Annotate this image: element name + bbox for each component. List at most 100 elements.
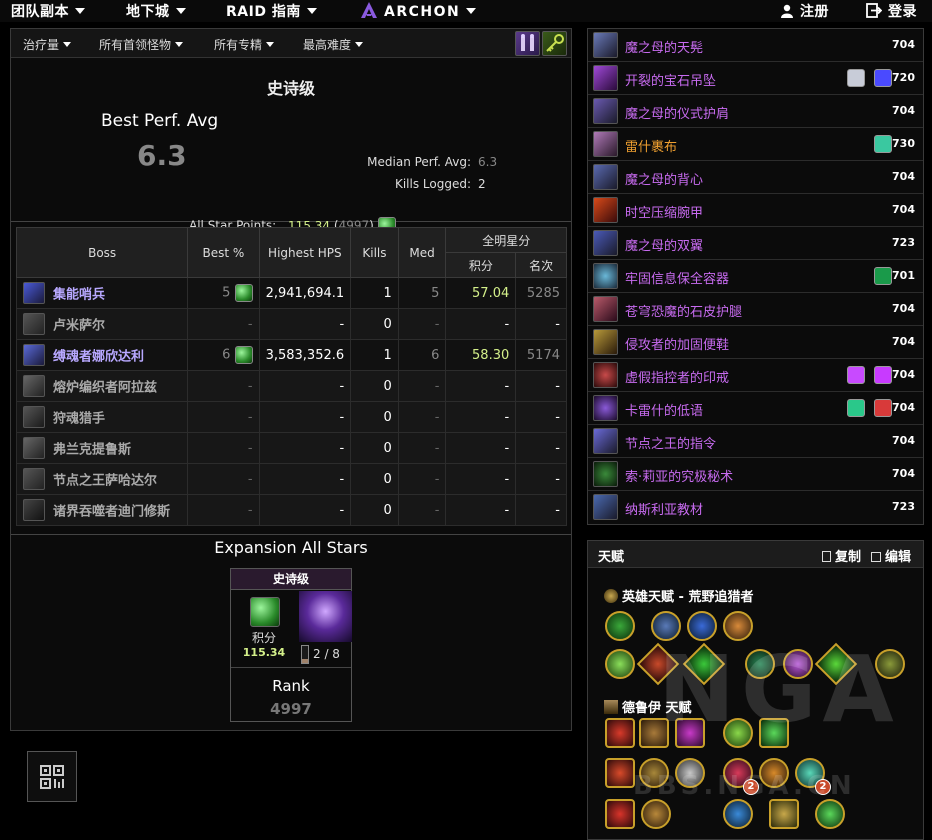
nav-guide-label: RAID 指南 (226, 4, 301, 20)
talents-header: 天赋 复制 编辑 (588, 541, 923, 568)
rank-cell: - (515, 463, 567, 495)
gear-name[interactable]: 魔之母的天髡 (625, 37, 703, 56)
hps-cell: - (258, 401, 352, 433)
boss-name[interactable]: 卢米萨尔 (53, 319, 105, 334)
col-med[interactable]: Med (397, 227, 447, 278)
socket-gem-icon (874, 135, 892, 153)
gear-row[interactable]: 魔之母的双翼 723 (588, 227, 923, 260)
best-cell: - (187, 494, 260, 526)
all-stars-card[interactable]: 史诗级 积分 115.34 2 / 8 Rank 4997 (230, 568, 352, 722)
gear-row[interactable]: 雷什裹布 730 (588, 128, 923, 161)
talent-node-icon[interactable] (641, 799, 671, 829)
qr-code-button[interactable] (27, 751, 77, 802)
gear-name[interactable]: 时空压缩腕甲 (625, 202, 703, 221)
spec-select[interactable]: 所有专精 (214, 36, 275, 53)
wrist-icon (593, 197, 618, 223)
item-level: 704 (892, 170, 915, 183)
talent-node-icon[interactable] (815, 799, 845, 829)
talent-node-icon[interactable] (723, 799, 753, 829)
talent-node-icon[interactable] (605, 649, 635, 679)
gear-name[interactable]: 卡雷什的低语 (625, 400, 703, 419)
col-boss[interactable]: Boss (15, 227, 189, 278)
table-row[interactable]: 熔炉编织者阿拉兹 - - 0 - - - (15, 370, 567, 402)
talent-node-icon[interactable] (605, 758, 635, 788)
hands-icon (593, 230, 618, 256)
talent-node-icon[interactable] (605, 611, 635, 641)
table-row[interactable]: 缚魂者娜欣达利 6 3,583,352.6 1 6 58.30 5174 (15, 339, 567, 371)
col-points[interactable]: 积分 (445, 252, 517, 278)
col-kills[interactable]: Kills (350, 227, 399, 278)
key-icon[interactable] (542, 31, 567, 56)
boss-name[interactable]: 弗兰克提鲁斯 (53, 443, 131, 458)
table-row[interactable]: 狩魂猎手 - - 0 - - - (15, 401, 567, 433)
edit-button[interactable]: 编辑 (871, 546, 911, 565)
gear-name[interactable]: 节点之王的指令 (625, 433, 716, 452)
talent-node-icon[interactable] (605, 799, 635, 829)
gear-row[interactable]: 开裂的宝石吊坠 720 (588, 62, 923, 95)
table-row[interactable]: 卢米萨尔 - - 0 - - - (15, 308, 567, 340)
table-row[interactable]: 节点之王萨哈达尔 - - 0 - - - (15, 463, 567, 495)
gear-row[interactable]: 苍穹恐魔的石皮护腿 704 (588, 293, 923, 326)
raid-art-icon (299, 591, 352, 642)
boss-select[interactable]: 所有首领怪物 (99, 36, 184, 53)
gear-name[interactable]: 虚假指控者的印戒 (625, 367, 729, 386)
boss-icon (23, 282, 45, 304)
points-cell: - (445, 432, 517, 464)
gear-name[interactable]: 开裂的宝石吊坠 (625, 70, 716, 89)
gear-row[interactable]: 魔之母的天髡 704 (588, 29, 923, 62)
boss-icon (23, 313, 45, 335)
boss-name[interactable]: 集能哨兵 (53, 288, 105, 303)
gear-row[interactable]: 牢固信息保全容器 701 (588, 260, 923, 293)
gear-name[interactable]: 魔之母的背心 (625, 169, 703, 188)
nav-raid-guide[interactable]: RAID 指南 (226, 1, 317, 21)
table-row[interactable]: 弗兰克提鲁斯 - - 0 - - - (15, 432, 567, 464)
boss-name[interactable]: 缚魂者娜欣达利 (53, 350, 144, 365)
chevron-down-icon (175, 42, 184, 47)
col-hps[interactable]: Highest HPS (258, 227, 352, 278)
register-label: 注册 (800, 4, 829, 20)
gear-row[interactable]: 索·莉亚的究极秘术 704 (588, 458, 923, 491)
talent-node-icon[interactable] (605, 718, 635, 748)
item-level: 704 (892, 203, 915, 216)
figures-icon (521, 34, 534, 51)
median-label: Median Perf. Avg: (367, 155, 471, 169)
boss-icon (23, 499, 45, 521)
gear-row[interactable]: 虚假指控者的印戒 704 (588, 359, 923, 392)
metric-select[interactable]: 治疗量 (23, 36, 72, 53)
col-rank[interactable]: 名次 (515, 252, 567, 278)
nav-raids[interactable]: 团队副本 (11, 1, 85, 21)
difficulty-select[interactable]: 最高难度 (303, 36, 364, 53)
progress-bar (301, 645, 309, 664)
gear-name[interactable]: 索·莉亚的究极秘术 (625, 466, 733, 485)
gear-name[interactable]: 纳斯利亚教材 (625, 499, 703, 518)
nav-dungeons[interactable]: 地下城 (126, 1, 186, 21)
boss-name[interactable]: 狩魂猎手 (53, 412, 105, 427)
gear-name[interactable]: 牢固信息保全容器 (625, 268, 729, 287)
gear-row[interactable]: 节点之王的指令 704 (588, 425, 923, 458)
metric-select-label: 治疗量 (23, 38, 60, 52)
gear-name[interactable]: 魔之母的仪式护肩 (625, 103, 729, 122)
register-link[interactable]: 注册 (780, 1, 829, 21)
table-row[interactable]: 集能哨兵 5 2,941,694.1 1 5 57.04 5285 (15, 277, 567, 309)
col-best[interactable]: Best % (187, 227, 260, 278)
table-row[interactable]: 诸界吞噬者迪门修斯 - - 0 - - - (15, 494, 567, 526)
gear-row[interactable]: 卡雷什的低语 704 (588, 392, 923, 425)
gear-name[interactable]: 苍穹恐魔的石皮护腿 (625, 301, 742, 320)
gear-row[interactable]: 侵攻者的加固便鞋 704 (588, 326, 923, 359)
gear-row[interactable]: 时空压缩腕甲 704 (588, 194, 923, 227)
progress-text: 2 / 8 (313, 647, 340, 661)
gear-row[interactable]: 纳斯利亚教材 723 (588, 491, 923, 524)
boss-name[interactable]: 诸界吞噬者迪门修斯 (53, 505, 170, 520)
boss-name[interactable]: 熔炉编织者阿拉兹 (53, 381, 157, 396)
gear-name[interactable]: 侵攻者的加固便鞋 (625, 334, 729, 353)
gear-name[interactable]: 魔之母的双翼 (625, 235, 703, 254)
spec-filter-icon[interactable] (515, 31, 540, 56)
boss-name[interactable]: 节点之王萨哈达尔 (53, 474, 157, 489)
talent-node-icon[interactable] (769, 799, 799, 829)
login-link[interactable]: 登录 (866, 1, 917, 21)
gear-row[interactable]: 魔之母的仪式护肩 704 (588, 95, 923, 128)
gear-row[interactable]: 魔之母的背心 704 (588, 161, 923, 194)
nav-archon[interactable]: ARCHON (360, 1, 477, 20)
copy-button[interactable]: 复制 (822, 546, 861, 565)
gear-name[interactable]: 雷什裹布 (625, 136, 677, 155)
